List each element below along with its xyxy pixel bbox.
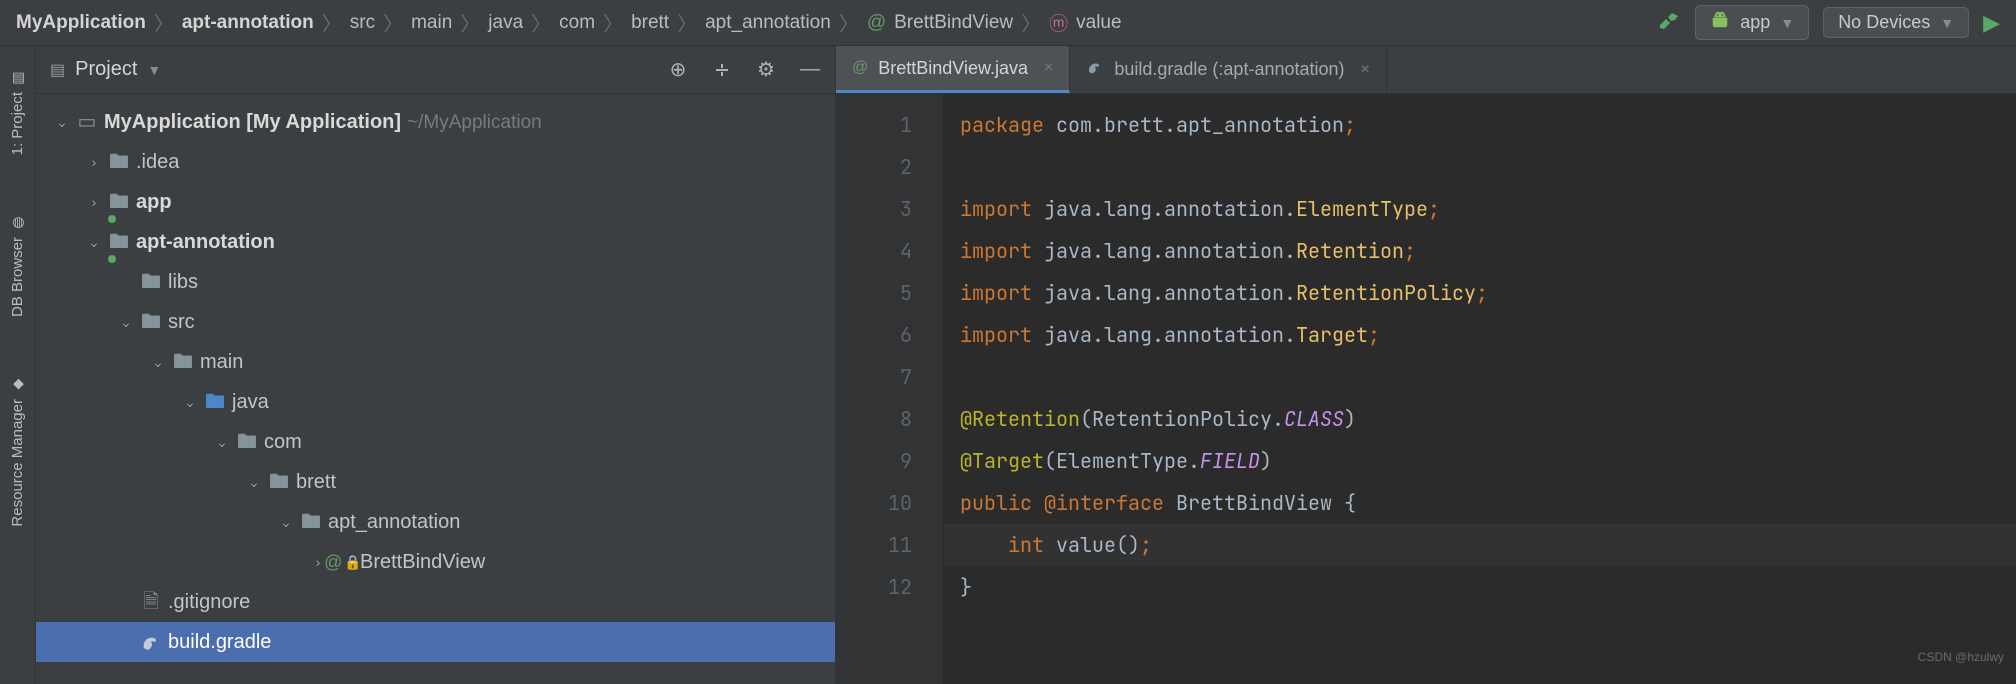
chevron-down-icon[interactable]: ⌄ (210, 422, 234, 462)
crumb-java[interactable]: java (488, 12, 523, 34)
chevron-right-icon: 〉 (383, 8, 403, 37)
crumb-main[interactable]: main (411, 12, 452, 34)
toolbar-right: app ▼ No Devices ▼ ▶ (1657, 5, 2000, 40)
chevron-right-icon: 〉 (603, 8, 623, 37)
chevron-right-icon: 〉 (154, 8, 174, 37)
package-icon: 🖿 (266, 462, 292, 502)
device-dropdown[interactable]: No Devices ▼ (1823, 7, 1969, 38)
chevron-down-icon[interactable]: ⌄ (274, 502, 298, 542)
annotation-icon: @🔒 (330, 542, 356, 582)
tab-brettbindview[interactable]: @ BrettBindView.java × (836, 46, 1070, 93)
android-icon (1710, 10, 1730, 35)
annotation-icon: @ (852, 59, 868, 77)
tree-idea[interactable]: › 🖿 .idea (36, 142, 835, 182)
run-config-dropdown[interactable]: app ▼ (1695, 5, 1809, 40)
tree-app[interactable]: › 🖿 app (36, 182, 835, 222)
crumb-root[interactable]: MyApplication (16, 12, 146, 34)
annotation-icon: @ (867, 12, 886, 34)
source-folder-icon: 🖿 (202, 382, 228, 422)
chevron-right-icon[interactable]: › (82, 182, 106, 222)
tree-com[interactable]: ⌄ 🖿 com (36, 422, 835, 462)
build-icon[interactable] (1657, 8, 1681, 38)
tree-apt-annotation[interactable]: ⌄ 🖿 apt-annotation (36, 222, 835, 262)
module-folder-icon: 🖿 (106, 222, 132, 262)
tab-buildgradle[interactable]: build.gradle (:apt-annotation) × (1070, 46, 1387, 93)
gradle-icon (1086, 58, 1104, 81)
project-panel: ▤ Project ▼ ⊕ ⚙ — ⌄ ▭ MyApplication [My … (36, 46, 836, 684)
folder-icon: 🖿 (106, 142, 132, 182)
rail-project[interactable]: 1: Project ▤ (9, 54, 26, 171)
tree-libs[interactable]: 🖿 libs (36, 262, 835, 302)
rail-resource-manager[interactable]: Resource Manager ◆ (9, 361, 26, 543)
tree-buildgradle[interactable]: build.gradle (36, 622, 835, 662)
chevron-right-icon: 〉 (531, 8, 551, 37)
folder-icon: 🖿 (138, 262, 164, 302)
tree-apt-pkg[interactable]: ⌄ 🖿 apt_annotation (36, 502, 835, 542)
run-icon[interactable]: ▶ (1983, 10, 2000, 36)
chevron-right-icon: 〉 (460, 8, 480, 37)
chevron-down-icon[interactable]: ⌄ (82, 222, 106, 262)
project-title: Project (75, 58, 137, 81)
chevron-down-icon: ▼ (1940, 15, 1954, 31)
project-header: ▤ Project ▼ ⊕ ⚙ — (36, 46, 835, 94)
crumb-class[interactable]: @ BrettBindView (867, 12, 1013, 34)
project-icon: ▤ (10, 70, 26, 86)
tree-gitignore[interactable]: 🗎 .gitignore (36, 582, 835, 622)
tool-rail: 1: Project ▤ DB Browser ◍ Resource Manag… (0, 46, 36, 684)
hide-icon[interactable]: — (799, 59, 821, 81)
crumb-brett[interactable]: brett (631, 12, 669, 34)
folder-icon: 🖿 (138, 302, 164, 342)
tree-src[interactable]: ⌄ 🖿 src (36, 302, 835, 342)
tree-brettbindview[interactable]: › @🔒 BrettBindView (36, 542, 835, 582)
fold-strip[interactable] (930, 94, 944, 684)
code-editor[interactable]: 123 456 789 101112 package com.brett.apt… (836, 94, 2016, 684)
editor-area: @ BrettBindView.java × build.gradle (:ap… (836, 46, 2016, 684)
code-content[interactable]: package com.brett.apt_annotation; import… (944, 94, 2016, 684)
crumb-com[interactable]: com (559, 12, 595, 34)
line-gutter: 123 456 789 101112 (836, 94, 930, 684)
chevron-down-icon[interactable]: ⌄ (178, 382, 202, 422)
chevron-right-icon: 〉 (1021, 8, 1041, 37)
select-opened-file-icon[interactable]: ⊕ (667, 59, 689, 81)
watermark: CSDN @hzulwy (1918, 636, 2004, 678)
gitignore-icon: 🗎 (138, 582, 164, 622)
chevron-down-icon[interactable]: ⌄ (50, 102, 74, 142)
resource-icon: ◆ (10, 377, 26, 393)
package-icon: 🖿 (234, 422, 260, 462)
close-icon[interactable]: × (1044, 59, 1053, 77)
tree-root[interactable]: ⌄ ▭ MyApplication [My Application]~/MyAp… (36, 102, 835, 142)
tree-main[interactable]: ⌄ 🖿 main (36, 342, 835, 382)
chevron-down-icon[interactable]: ⌄ (146, 342, 170, 382)
module-folder-icon: 🖿 (106, 182, 132, 222)
rail-db-browser[interactable]: DB Browser ◍ (9, 199, 26, 333)
chevron-down-icon: ▼ (1780, 15, 1794, 31)
close-icon[interactable]: × (1361, 61, 1370, 79)
breadcrumb-bar: MyApplication 〉 apt-annotation 〉 src 〉 m… (0, 0, 2016, 46)
method-icon: ⓜ (1049, 9, 1068, 36)
project-tree: ⌄ ▭ MyApplication [My Application]~/MyAp… (36, 94, 835, 670)
project-folder-icon: ▭ (74, 102, 100, 142)
database-icon: ◍ (10, 215, 26, 231)
chevron-down-icon[interactable]: ⌄ (242, 462, 266, 502)
crumb-module[interactable]: apt-annotation (182, 12, 314, 34)
settings-icon[interactable]: ⚙ (755, 59, 777, 81)
chevron-right-icon: 〉 (839, 8, 859, 37)
tree-brett[interactable]: ⌄ 🖿 brett (36, 462, 835, 502)
chevron-right-icon[interactable]: › (82, 142, 106, 182)
crumb-method[interactable]: ⓜ value (1049, 9, 1121, 36)
chevron-down-icon[interactable]: ⌄ (114, 302, 138, 342)
chevron-right-icon: 〉 (677, 8, 697, 37)
tree-java[interactable]: ⌄ 🖿 java (36, 382, 835, 422)
chevron-right-icon: 〉 (322, 8, 342, 37)
crumb-pkg[interactable]: apt_annotation (705, 12, 831, 34)
gradle-icon (138, 631, 164, 653)
package-icon: 🖿 (298, 502, 324, 542)
crumb-src[interactable]: src (350, 12, 375, 34)
folder-icon: 🖿 (170, 342, 196, 382)
editor-tabs: @ BrettBindView.java × build.gradle (:ap… (836, 46, 2016, 94)
chevron-down-icon[interactable]: ▼ (147, 62, 161, 78)
project-view-icon: ▤ (50, 60, 65, 80)
expand-all-icon[interactable] (711, 59, 733, 81)
